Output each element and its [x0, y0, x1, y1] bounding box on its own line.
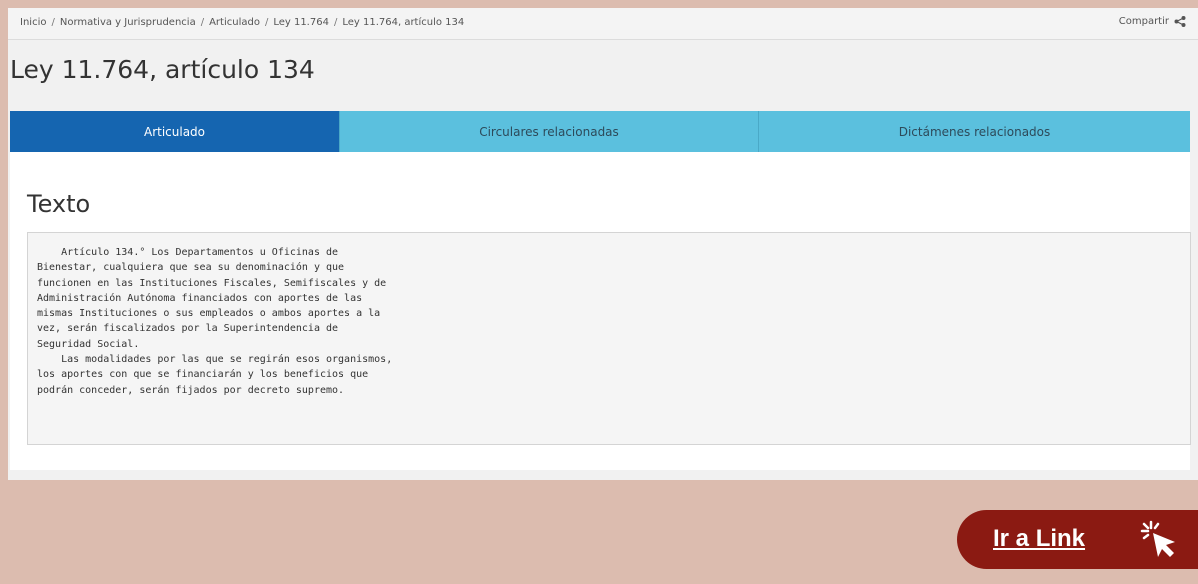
breadcrumb-item-articulado[interactable]: Articulado: [209, 17, 260, 28]
tab-articulado[interactable]: Articulado: [10, 111, 340, 160]
breadcrumb-item-inicio[interactable]: Inicio: [20, 17, 46, 28]
section-title: Texto: [27, 190, 91, 218]
breadcrumb-separator: /: [264, 17, 269, 28]
tab-label: Circulares relacionadas: [479, 124, 619, 139]
article-text-box: Artículo 134.° Los Departamentos u Ofici…: [27, 232, 1191, 445]
go-to-link-button[interactable]: Ir a Link: [957, 510, 1198, 569]
breadcrumb-item-normativa[interactable]: Normativa y Jurisprudencia: [60, 17, 196, 28]
breadcrumb-separator: /: [200, 17, 205, 28]
cursor-click-icon: [1140, 520, 1175, 557]
content-area: Texto Artículo 134.° Los Departamentos u…: [10, 152, 1191, 470]
tab-circulares-relacionadas[interactable]: Circulares relacionadas: [340, 111, 759, 152]
cta-label: Ir a Link: [993, 525, 1086, 552]
breadcrumb-item-current: Ley 11.764, artículo 134: [342, 17, 465, 28]
tab-bar: Articulado Circulares relacionadas Dictá…: [10, 111, 1190, 160]
tab-dictamenes-relacionados[interactable]: Dictámenes relacionados: [759, 111, 1190, 152]
breadcrumb-separator: /: [333, 17, 338, 28]
breadcrumb: Inicio / Normativa y Jurisprudencia / Articu…: [20, 17, 464, 28]
share-label: Compartir: [1118, 16, 1169, 27]
share-button[interactable]: Compartir: [1119, 16, 1186, 27]
article-text: Artículo 134.° Los Departamentos u Ofici…: [37, 247, 393, 396]
page-panel: Inicio / Normativa y Jurisprudencia / Articu…: [8, 8, 1198, 480]
tab-label: Articulado: [143, 124, 206, 139]
page-title: Ley 11.764, artículo 134: [10, 55, 315, 84]
breadcrumb-separator: /: [51, 17, 55, 28]
breadcrumb-bar: Inicio / Normativa y Jurisprudencia / Articu…: [8, 8, 1198, 40]
tab-label: Dictámenes relacionados: [898, 124, 1051, 139]
breadcrumb-item-ley[interactable]: Ley 11.764: [273, 17, 329, 28]
share-icon: [1174, 16, 1186, 27]
